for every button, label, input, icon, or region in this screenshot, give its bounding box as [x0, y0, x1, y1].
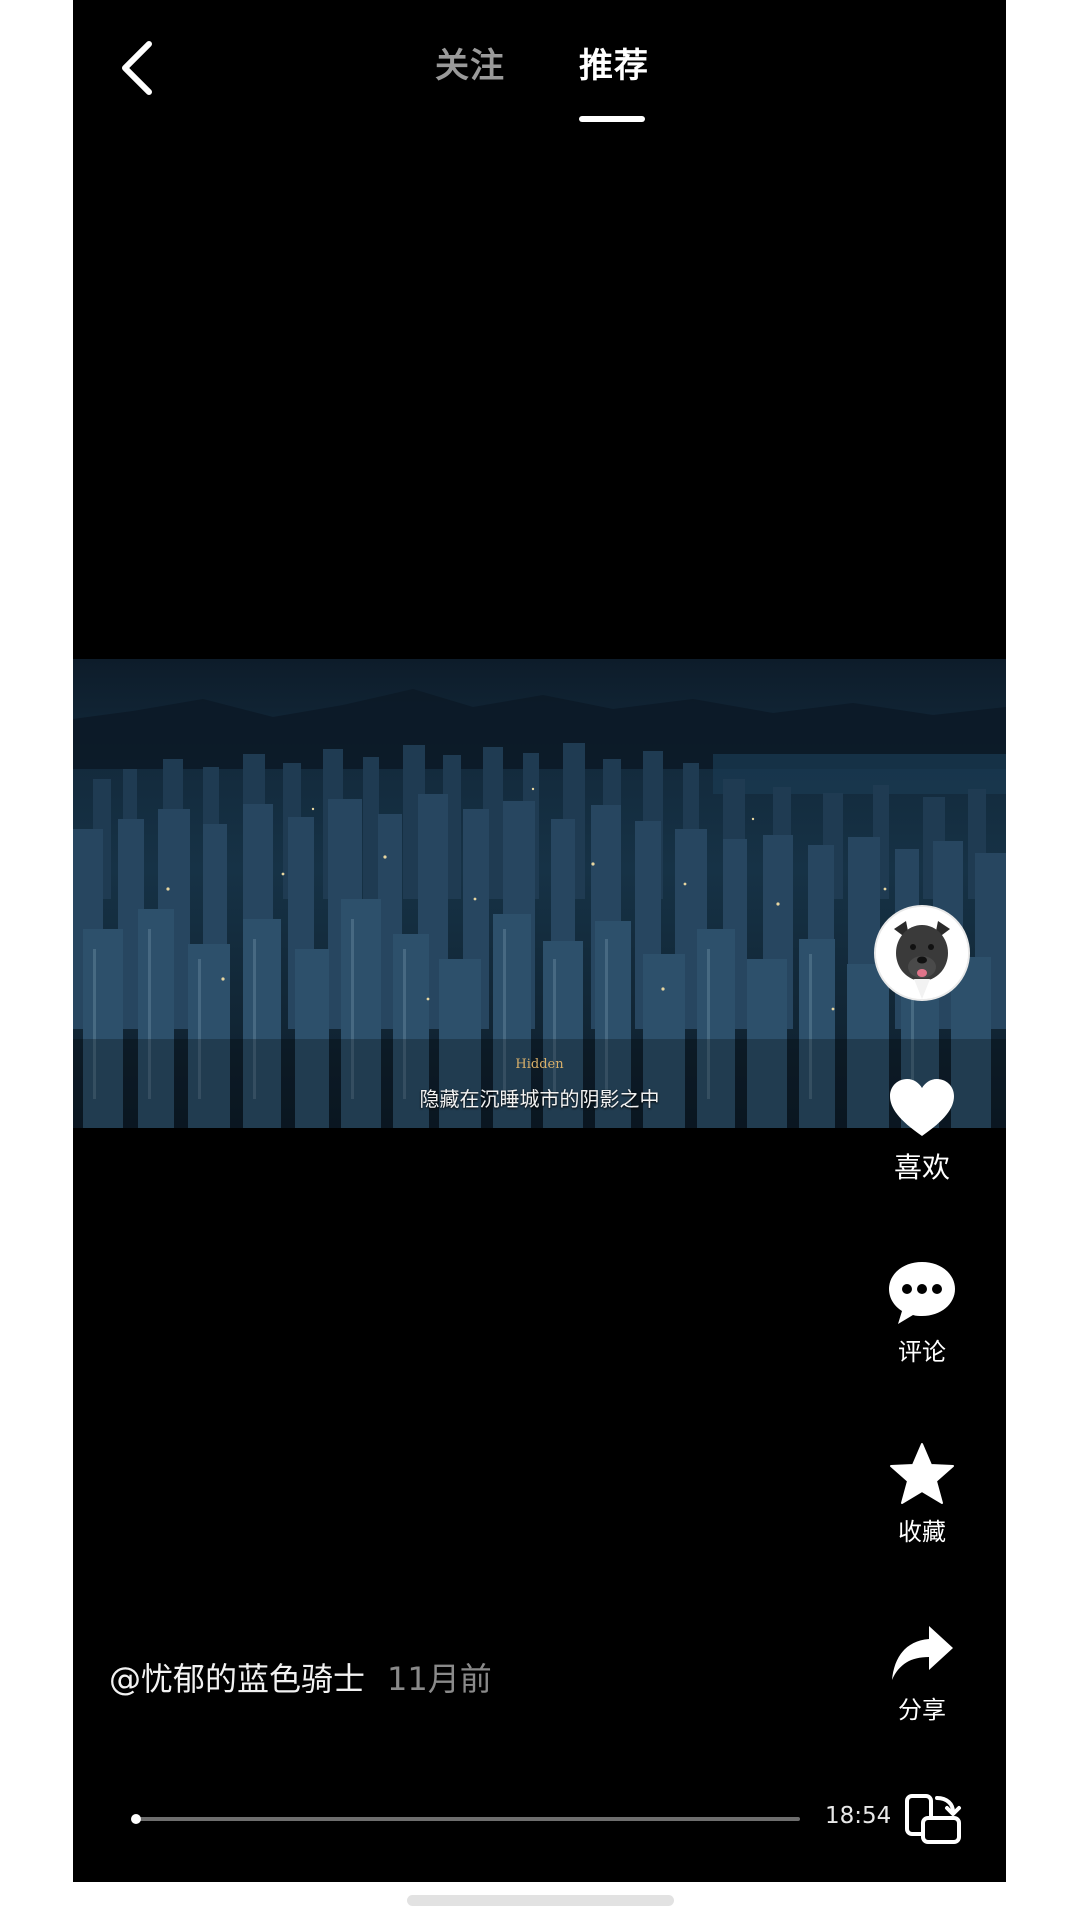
author-avatar[interactable]: [874, 905, 970, 1001]
favorite-button[interactable]: 收藏: [867, 1442, 977, 1547]
dog-avatar: [876, 907, 968, 999]
video-player[interactable]: Hidden 隐藏在沉睡城市的阴影之中: [73, 659, 1006, 1128]
favorite-label: 收藏: [898, 1518, 946, 1546]
rotate-screen-button[interactable]: [903, 1792, 963, 1848]
share-button[interactable]: 分享: [867, 1624, 977, 1725]
author-info: @忧郁的蓝色骑士 11月前: [109, 1654, 492, 1700]
video-duration: 18:54: [825, 1803, 892, 1829]
tab-recommend[interactable]: 推荐: [579, 38, 649, 87]
comment-bubble-icon: [889, 1262, 955, 1324]
top-tabs: 关注 推荐: [73, 38, 1006, 128]
progress-thumb[interactable]: [131, 1814, 141, 1824]
video-screen: 关注 推荐 Hidden 隐藏在沉睡城市的阴影之中 喜欢 评论 收藏 分享 @忧…: [73, 0, 1006, 1882]
rotate-screen-icon: [905, 1794, 961, 1844]
home-indicator[interactable]: [407, 1895, 674, 1906]
subtitle-english: Hidden: [515, 1057, 564, 1072]
tab-follow[interactable]: 关注: [435, 38, 505, 87]
star-icon: [890, 1443, 954, 1504]
share-arrow-icon: [892, 1626, 953, 1680]
progress-bar[interactable]: [134, 1817, 800, 1821]
author-name[interactable]: @忧郁的蓝色骑士: [109, 1660, 365, 1698]
comment-button[interactable]: 评论: [867, 1260, 977, 1367]
like-label: 喜欢: [893, 1151, 950, 1184]
post-time: 11月前: [387, 1660, 492, 1698]
comment-label: 评论: [898, 1338, 946, 1366]
active-tab-indicator: [579, 116, 645, 122]
heart-icon: [890, 1079, 954, 1136]
like-button[interactable]: 喜欢: [867, 1078, 977, 1186]
share-label: 分享: [898, 1696, 946, 1724]
